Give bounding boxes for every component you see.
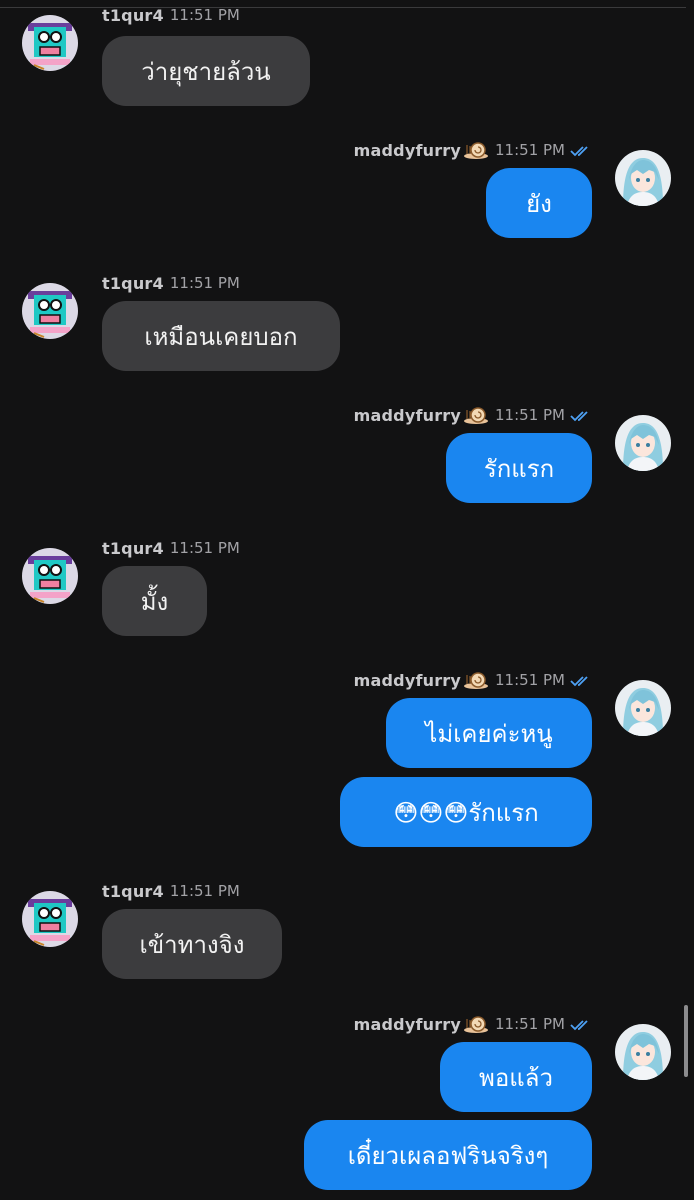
message-bubble[interactable]: 😳😳😳รักแรก xyxy=(340,777,592,847)
sender-name[interactable]: maddyfurry xyxy=(354,671,461,690)
message-bubble[interactable]: ว่ายุชายล้วน xyxy=(102,36,310,106)
message-meta: maddyfurry 11:51 PM xyxy=(354,669,592,691)
double-check-icon xyxy=(570,673,592,687)
sender-name[interactable]: t1qur4 xyxy=(102,539,164,558)
message-bubble[interactable]: เข้าทางจิง xyxy=(102,909,282,979)
message-bubble[interactable]: ไม่เคยค่ะหนู xyxy=(386,698,592,768)
message-bubble[interactable]: เหมือนเคยบอก xyxy=(102,301,340,371)
timestamp: 11:51 PM xyxy=(169,6,240,24)
anime-girl-avatar-icon[interactable] xyxy=(615,680,671,736)
scrollbar[interactable] xyxy=(684,1005,688,1077)
message-meta: maddyfurry 11:51 PM xyxy=(354,404,592,426)
message-bubble[interactable]: รักแรก xyxy=(446,433,592,503)
double-check-icon xyxy=(570,408,592,422)
pixel-robot-avatar-icon[interactable] xyxy=(22,15,78,71)
snail-badge-icon xyxy=(463,405,489,425)
pixel-robot-avatar-icon[interactable] xyxy=(22,283,78,339)
sender-name[interactable]: t1qur4 xyxy=(102,882,164,901)
message-bubble[interactable]: มั้ง xyxy=(102,566,207,636)
timestamp: 11:51 PM xyxy=(169,882,240,900)
sender-name[interactable]: maddyfurry xyxy=(354,1015,461,1034)
anime-girl-avatar-icon[interactable] xyxy=(615,415,671,471)
message-meta: t1qur4 11:51 PM xyxy=(102,272,240,294)
message-meta: t1qur4 11:51 PM xyxy=(102,537,240,559)
sender-name[interactable]: maddyfurry xyxy=(354,141,461,160)
snail-badge-icon xyxy=(463,140,489,160)
timestamp: 11:51 PM xyxy=(495,1015,565,1033)
message-meta: t1qur4 11:51 PM xyxy=(102,4,240,26)
anime-girl-avatar-icon[interactable] xyxy=(615,150,671,206)
chat-screen: t1qur4 11:51 PM ว่ายุชายล้วน maddyfurry … xyxy=(0,0,694,1200)
message-bubble[interactable]: พอแล้ว xyxy=(440,1042,592,1112)
double-check-icon xyxy=(570,143,592,157)
snail-badge-icon xyxy=(463,1014,489,1034)
double-check-icon xyxy=(570,1017,592,1031)
timestamp: 11:51 PM xyxy=(495,406,565,424)
message-meta: t1qur4 11:51 PM xyxy=(102,880,240,902)
timestamp: 11:51 PM xyxy=(495,141,565,159)
timestamp: 11:51 PM xyxy=(169,539,240,557)
snail-badge-icon xyxy=(463,670,489,690)
sender-name[interactable]: maddyfurry xyxy=(354,406,461,425)
message-meta: maddyfurry 11:51 PM xyxy=(354,1013,592,1035)
pixel-robot-avatar-icon[interactable] xyxy=(22,548,78,604)
message-meta: maddyfurry 11:51 PM xyxy=(354,139,592,161)
sender-name[interactable]: t1qur4 xyxy=(102,6,164,25)
timestamp: 11:51 PM xyxy=(495,671,565,689)
sender-name[interactable]: t1qur4 xyxy=(102,274,164,293)
message-bubble[interactable]: ยัง xyxy=(486,168,592,238)
timestamp: 11:51 PM xyxy=(169,274,240,292)
anime-girl-avatar-icon[interactable] xyxy=(615,1024,671,1080)
message-bubble[interactable]: เดี๋ยวเผลอฟรินจริงๆ xyxy=(304,1120,592,1190)
pixel-robot-avatar-icon[interactable] xyxy=(22,891,78,947)
